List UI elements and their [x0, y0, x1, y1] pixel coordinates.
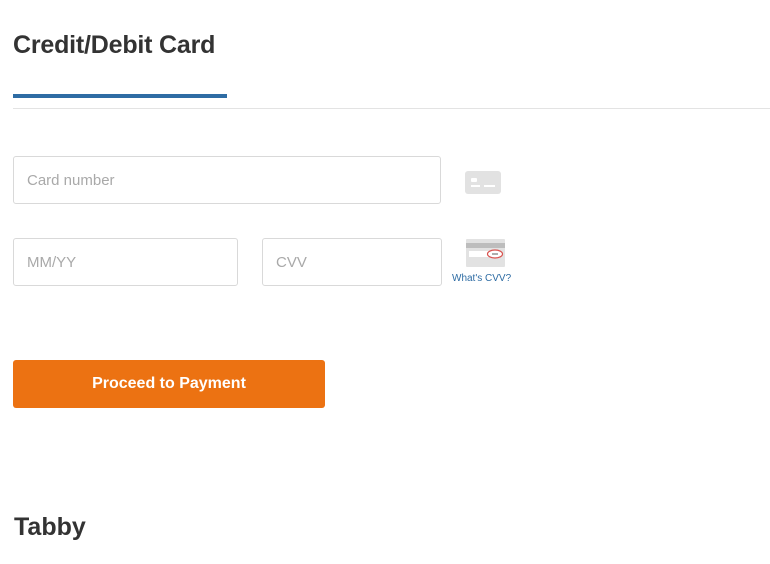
card-number-input[interactable] — [13, 156, 441, 204]
active-tab-indicator — [13, 94, 227, 98]
expiry-date-input[interactable] — [13, 238, 238, 286]
credit-card-icon — [465, 171, 501, 194]
payment-method-title[interactable]: Credit/Debit Card — [13, 31, 215, 60]
proceed-to-payment-button[interactable]: Proceed to Payment — [13, 360, 325, 408]
tabby-section-title[interactable]: Tabby — [14, 513, 86, 542]
cvv-input[interactable] — [262, 238, 442, 286]
tab-divider — [13, 108, 770, 109]
whats-cvv-link[interactable]: What's CVV? — [452, 273, 511, 284]
card-back-cvv-icon — [466, 239, 505, 267]
